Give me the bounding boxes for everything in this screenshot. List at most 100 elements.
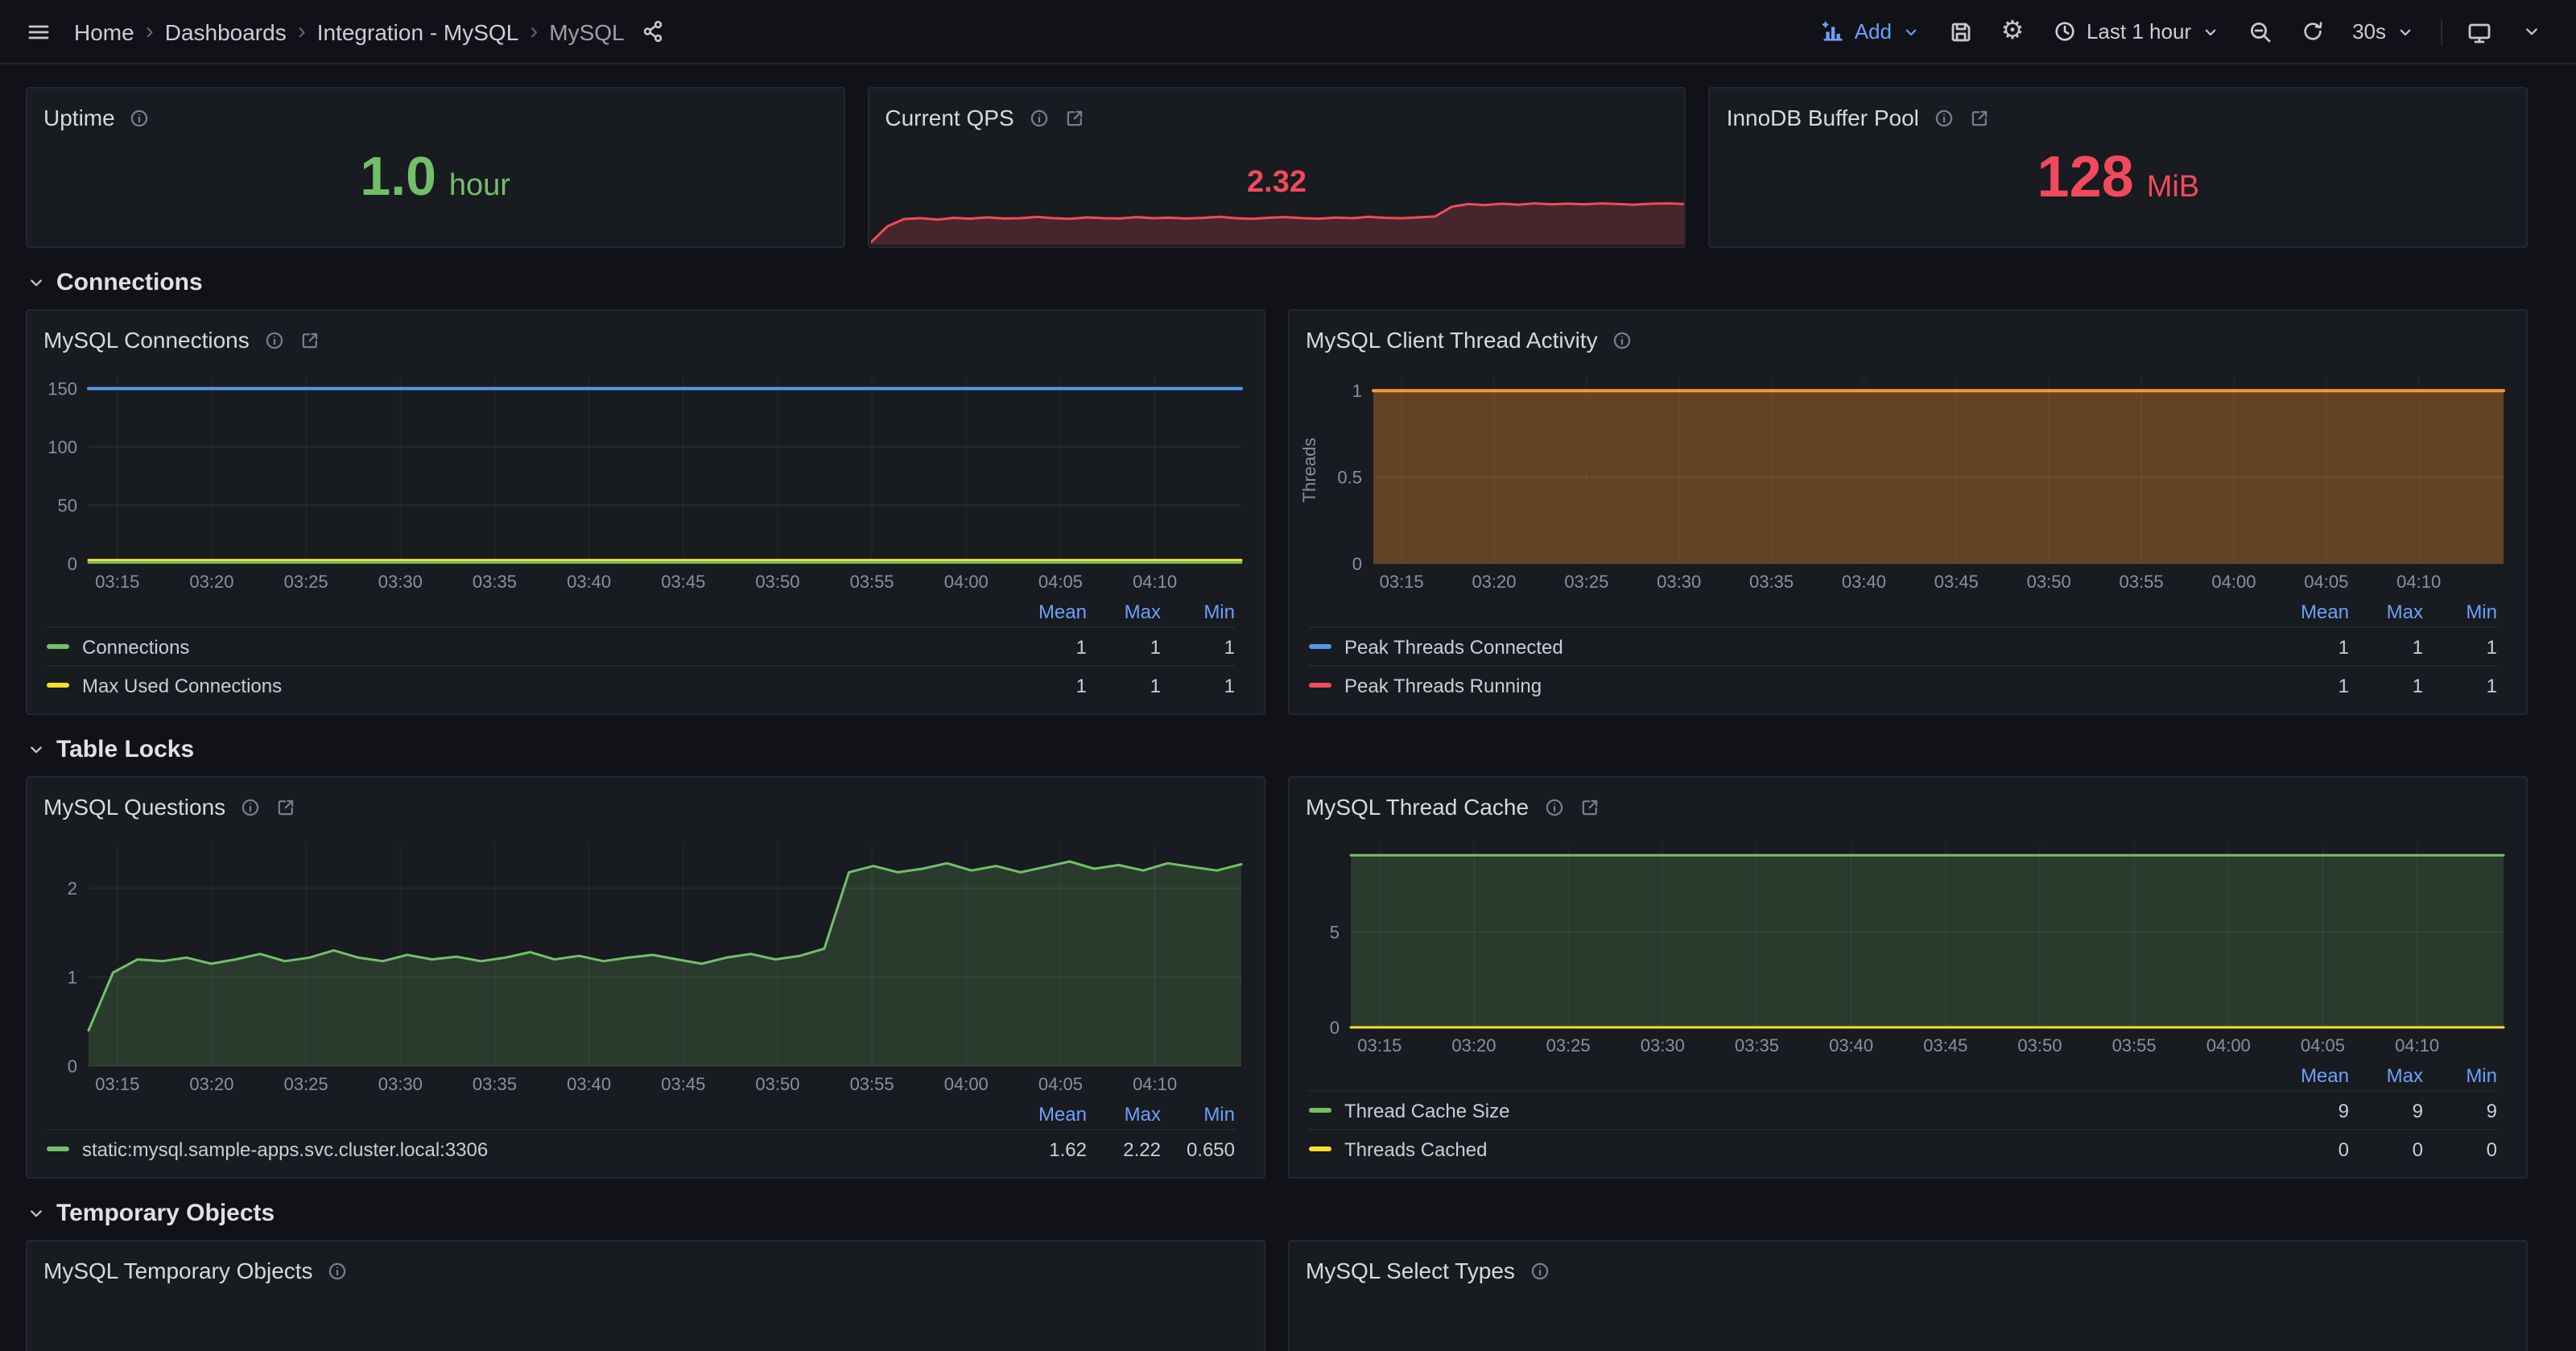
zoom-out-time-button[interactable]	[2238, 9, 2283, 54]
dashboard-settings-button[interactable]: ⚙	[1990, 9, 2035, 54]
panel-mysql-client-thread-activity: MySQL Client Thread Activity 00.5103:150…	[1288, 309, 2528, 715]
chevron-down-icon	[2520, 21, 2541, 42]
series-color-swatch	[47, 683, 69, 688]
refresh-button[interactable]	[2289, 9, 2334, 54]
external-link-icon[interactable]	[1064, 107, 1085, 128]
panel-title[interactable]: MySQL Select Types	[1306, 1258, 1515, 1283]
legend-sort-min[interactable]: Min	[2423, 600, 2497, 622]
mysql-thread-cache-chart[interactable]: 0503:1503:2003:2503:3003:3503:4003:4503:…	[1296, 832, 2516, 1060]
legend-sort-mean[interactable]: Mean	[1013, 600, 1087, 622]
svg-text:03:20: 03:20	[1472, 572, 1516, 592]
svg-text:04:00: 04:00	[2211, 572, 2256, 592]
breadcrumb-home[interactable]: Home	[74, 19, 134, 44]
uptime-unit: hour	[449, 169, 510, 205]
svg-text:100: 100	[47, 437, 77, 457]
legend-row[interactable]: Connections111	[47, 626, 1235, 665]
legend-sort-mean[interactable]: Mean	[2275, 600, 2349, 622]
panel-title[interactable]: MySQL Temporary Objects	[43, 1258, 313, 1283]
save-icon	[1948, 19, 1974, 44]
legend-row[interactable]: Threads Cached000	[1309, 1129, 2497, 1167]
svg-text:04:05: 04:05	[1038, 572, 1083, 592]
external-link-icon[interactable]	[275, 796, 296, 817]
panel-mysql-questions: MySQL Questions 01203:1503:2003:2503:300…	[26, 776, 1265, 1179]
external-link-icon[interactable]	[1579, 796, 1600, 817]
chevron-down-icon	[26, 1203, 47, 1224]
svg-text:04:05: 04:05	[1038, 1074, 1083, 1094]
legend-header: MeanMaxMin	[1309, 1060, 2497, 1090]
collapse-toolbar-button[interactable]	[2508, 9, 2553, 54]
svg-text:50: 50	[58, 496, 77, 516]
external-link-icon[interactable]	[299, 329, 320, 350]
legend-value: 1	[2275, 635, 2349, 658]
time-range-picker[interactable]: Last 1 hour	[2041, 9, 2231, 54]
breadcrumb-integration-mysql[interactable]: Integration - MySQL	[317, 19, 519, 44]
legend-row[interactable]: Peak Threads Connected111	[1309, 626, 2497, 665]
panel-current-qps: Current QPS 2.32	[867, 87, 1686, 248]
svg-text:04:00: 04:00	[2207, 1035, 2251, 1056]
series-name: static:mysql.sample-apps.svc.cluster.loc…	[82, 1138, 488, 1160]
svg-text:03:45: 03:45	[1934, 572, 1979, 592]
legend-sort-mean[interactable]: Mean	[2275, 1064, 2349, 1086]
info-icon[interactable]	[264, 329, 285, 350]
share-icon	[642, 19, 666, 43]
info-icon[interactable]	[240, 796, 261, 817]
info-icon[interactable]	[1029, 107, 1050, 128]
legend-sort-min[interactable]: Min	[2423, 1064, 2497, 1086]
legend-row[interactable]: Thread Cache Size999	[1309, 1090, 2497, 1129]
share-button[interactable]	[631, 9, 676, 54]
info-icon[interactable]	[1612, 329, 1633, 350]
table-locks-row: MySQL Questions 01203:1503:2003:2503:300…	[26, 776, 2528, 1179]
legend-sort-max[interactable]: Max	[2349, 1064, 2423, 1086]
stat-row: Uptime 1.0 hour Current QPS	[26, 87, 2528, 248]
legend-value: 1	[2423, 635, 2497, 658]
add-button[interactable]: Add	[1810, 9, 1932, 54]
panel-mysql-thread-cache: MySQL Thread Cache 0503:1503:2003:2503:3…	[1288, 776, 2528, 1179]
legend-row[interactable]: Peak Threads Running111	[1309, 665, 2497, 704]
scale-wrapper: Home › Dashboards › Integration - MySQL …	[0, 0, 2576, 1351]
svg-text:0.5: 0.5	[1337, 468, 1362, 488]
svg-text:1: 1	[1352, 381, 1362, 401]
panel-title[interactable]: MySQL Client Thread Activity	[1306, 327, 1598, 353]
svg-text:03:50: 03:50	[2017, 1035, 2062, 1056]
legend-sort-max[interactable]: Max	[1087, 1102, 1161, 1125]
legend-sort-min[interactable]: Min	[1161, 600, 1235, 622]
section-table-locks[interactable]: Table Locks	[26, 736, 2528, 763]
svg-text:Threads: Threads	[1299, 438, 1319, 503]
series-color-swatch	[1309, 1108, 1331, 1113]
thread-activity-chart[interactable]: 00.5103:1503:2003:2503:3003:3503:4003:45…	[1296, 366, 2516, 596]
legend-row[interactable]: Max Used Connections111	[47, 665, 1235, 704]
svg-text:03:15: 03:15	[1357, 1035, 1402, 1056]
info-icon[interactable]	[328, 1260, 349, 1281]
legend-value: 1	[2349, 674, 2423, 696]
legend-value: 1.62	[1013, 1138, 1087, 1160]
svg-text:03:25: 03:25	[1546, 1035, 1591, 1056]
legend-sort-max[interactable]: Max	[2349, 600, 2423, 622]
panel-title[interactable]: MySQL Thread Cache	[1306, 794, 1529, 820]
info-icon[interactable]	[1543, 796, 1564, 817]
mysql-questions-chart[interactable]: 01203:1503:2003:2503:3003:3503:4003:4503…	[34, 832, 1254, 1098]
info-icon[interactable]	[1530, 1260, 1550, 1281]
menu-toggle-button[interactable]	[16, 9, 61, 54]
series-color-swatch	[1309, 644, 1331, 649]
panel-title[interactable]: MySQL Connections	[43, 327, 250, 353]
legend-value: 9	[2275, 1099, 2349, 1122]
section-connections[interactable]: Connections	[26, 269, 2528, 296]
section-temporary-objects[interactable]: Temporary Objects	[26, 1200, 2528, 1227]
svg-text:03:20: 03:20	[1451, 1035, 1496, 1056]
panel-title[interactable]: MySQL Questions	[43, 794, 225, 820]
mysql-connections-chart[interactable]: 05010015003:1503:2003:2503:3003:3503:400…	[34, 366, 1254, 596]
save-dashboard-button[interactable]	[1938, 9, 1984, 54]
legend-row[interactable]: static:mysql.sample-apps.svc.cluster.loc…	[47, 1129, 1235, 1167]
panel-mysql-connections: MySQL Connections 05010015003:1503:2003:…	[26, 309, 1265, 715]
dashboard-canvas: Uptime 1.0 hour Current QPS	[0, 64, 2576, 1351]
svg-text:03:40: 03:40	[1829, 1035, 1873, 1056]
legend-sort-mean[interactable]: Mean	[1013, 1102, 1087, 1125]
legend-sort-min[interactable]: Min	[1161, 1102, 1235, 1125]
refresh-interval-dropdown[interactable]: 30s	[2341, 9, 2426, 54]
panel-mysql-select-types: MySQL Select Types	[1288, 1240, 2528, 1351]
legend-value: 9	[2349, 1099, 2423, 1122]
kiosk-mode-button[interactable]	[2457, 9, 2502, 54]
legend-sort-max[interactable]: Max	[1087, 600, 1161, 622]
panel-title[interactable]: Current QPS	[885, 105, 1013, 130]
breadcrumb-dashboards[interactable]: Dashboards	[165, 19, 287, 44]
